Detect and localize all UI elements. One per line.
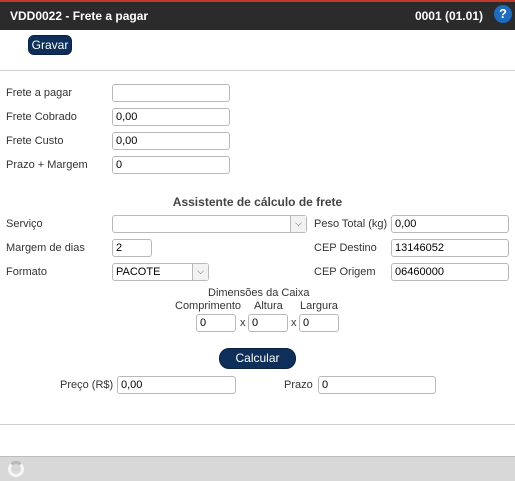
cep-destino-label: CEP Destino	[314, 242, 377, 254]
peso-total-input[interactable]	[391, 215, 509, 233]
servico-select[interactable]: ⌵	[112, 215, 307, 233]
comprimento-label: Comprimento	[175, 300, 242, 312]
frete-a-pagar-label: Frete a pagar	[6, 87, 73, 99]
cep-destino-input[interactable]	[391, 239, 509, 257]
cep-origem-label: CEP Origem	[314, 266, 376, 278]
preco-label: Preço (R$)	[60, 379, 114, 391]
frete-a-pagar-input[interactable]	[112, 84, 230, 102]
dimensoes-title: Dimensões da Caixa	[208, 287, 310, 299]
frete-cobrado-label: Frete Cobrado	[6, 111, 77, 123]
status-bar	[0, 456, 515, 481]
frete-cobrado-input[interactable]	[112, 108, 230, 126]
assistant-title: Assistente de cálculo de frete	[172, 195, 343, 209]
spinner-icon	[8, 461, 24, 477]
servico-label: Serviço	[6, 218, 43, 230]
frete-custo-input[interactable]	[112, 132, 230, 150]
formato-value: PACOTE	[116, 266, 161, 278]
altura-label: Altura	[254, 300, 283, 312]
window-title: VDD0022 - Frete a pagar	[10, 9, 149, 23]
title-bar: VDD0022 - Frete a pagar 0001 (01.01) ?	[0, 0, 515, 30]
largura-input[interactable]	[299, 314, 339, 332]
prazo-input[interactable]	[318, 376, 436, 394]
frete-custo-label: Frete Custo	[6, 135, 64, 147]
save-button[interactable]: Gravar	[28, 35, 72, 55]
dimension-separator: x	[291, 317, 297, 329]
prazo-margem-label: Prazo + Margem	[6, 159, 88, 171]
margem-dias-input[interactable]	[112, 239, 152, 257]
formato-select[interactable]: PACOTE ⌵	[112, 263, 209, 281]
margem-dias-label: Margem de dias	[6, 242, 85, 254]
chevron-down-icon[interactable]: ⌵	[192, 264, 208, 280]
toolbar	[0, 30, 515, 71]
comprimento-input[interactable]	[196, 314, 236, 332]
prazo-margem-input[interactable]	[112, 156, 230, 174]
window-code: 0001 (01.01)	[414, 9, 483, 23]
cep-origem-input[interactable]	[391, 263, 509, 281]
calcular-preco-button[interactable]: Calcular preço	[219, 348, 296, 384]
help-icon[interactable]: ?	[494, 5, 512, 23]
footer-area	[0, 424, 515, 455]
altura-input[interactable]	[248, 314, 288, 332]
prazo-label: Prazo	[284, 379, 313, 391]
largura-label: Largura	[300, 300, 338, 312]
preco-input[interactable]	[117, 376, 236, 394]
peso-total-label: Peso Total (kg)	[314, 218, 388, 230]
dimension-separator: x	[240, 317, 246, 329]
chevron-down-icon[interactable]: ⌵	[290, 216, 306, 232]
formato-label: Formato	[6, 266, 47, 278]
